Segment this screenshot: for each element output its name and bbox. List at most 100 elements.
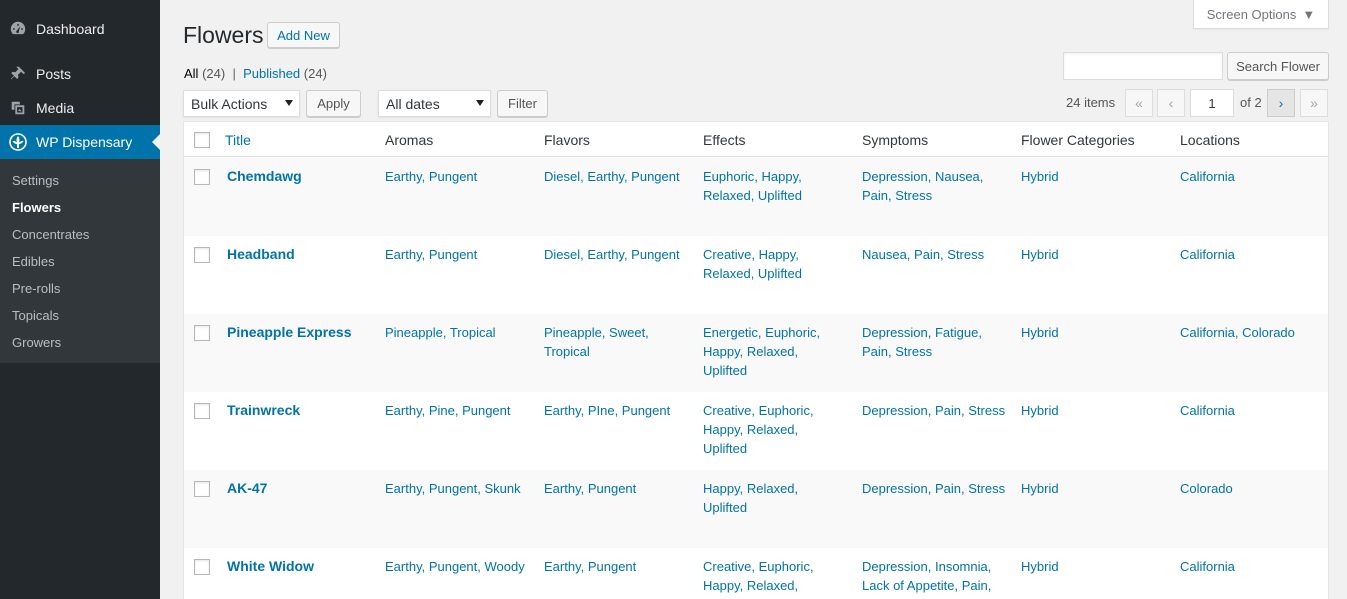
view-published-link[interactable]: Published bbox=[243, 66, 300, 81]
apply-button[interactable]: Apply bbox=[306, 90, 361, 117]
filter-button[interactable]: Filter bbox=[497, 90, 548, 117]
current-page-input[interactable]: 1 bbox=[1190, 89, 1234, 117]
row-flavors[interactable]: Earthy, Pungent bbox=[544, 557, 636, 576]
row-category[interactable]: Hybrid bbox=[1021, 323, 1059, 342]
row-category[interactable]: Hybrid bbox=[1021, 557, 1059, 576]
select-all-checkbox[interactable] bbox=[194, 132, 210, 148]
dates-select[interactable]: All dates bbox=[378, 90, 491, 117]
screen-options-button[interactable]: Screen Options ▼ bbox=[1193, 0, 1329, 29]
row-title-link[interactable]: Chemdawg bbox=[227, 167, 302, 186]
row-effects[interactable]: Happy, Relaxed, Uplifted bbox=[703, 479, 798, 517]
row-aromas[interactable]: Pineapple, Tropical bbox=[385, 323, 496, 342]
row-checkbox[interactable] bbox=[194, 559, 210, 575]
column-title[interactable]: Title bbox=[225, 132, 251, 148]
table-row: AK-47 Earthy, Pungent, Skunk Earthy, Punge… bbox=[184, 470, 1328, 548]
search-input[interactable] bbox=[1063, 52, 1223, 80]
row-category[interactable]: Hybrid bbox=[1021, 245, 1059, 264]
row-symptoms-line: Nausea, Pain, Stress bbox=[862, 247, 985, 262]
flowers-table: Title Aromas Flavors Effects Symptoms Fl… bbox=[183, 121, 1329, 599]
row-aromas[interactable]: Earthy, Pungent bbox=[385, 167, 477, 186]
menu-media[interactable]: Media bbox=[0, 91, 160, 125]
row-title-link[interactable]: Headband bbox=[227, 245, 295, 264]
row-symptoms-line: Depression, Insomnia, bbox=[862, 559, 992, 574]
row-category[interactable]: Hybrid bbox=[1021, 167, 1059, 186]
submenu-topicals[interactable]: Topicals bbox=[0, 302, 160, 329]
row-locations[interactable]: California bbox=[1180, 401, 1235, 420]
row-symptoms[interactable]: Nausea, Pain, Stress bbox=[862, 245, 984, 264]
row-effects[interactable]: Creative, Happy, Relaxed, Uplifted bbox=[703, 245, 802, 283]
row-symptoms-line: Depression, Pain, Stress bbox=[862, 403, 1006, 418]
row-flavors[interactable]: Pineapple, Sweet, Tropical bbox=[544, 323, 649, 361]
row-flavors[interactable]: Diesel, Earthy, Pungent bbox=[544, 167, 680, 186]
row-title-link[interactable]: White Widow bbox=[227, 557, 314, 576]
table-row: White Widow Earthy, Pungent, Woody Earthy,… bbox=[184, 548, 1328, 599]
row-effects-line: Happy, Relaxed, bbox=[703, 422, 799, 437]
search-button[interactable]: Search Flower bbox=[1227, 52, 1329, 80]
row-aromas[interactable]: Earthy, Pungent, Skunk bbox=[385, 479, 521, 498]
menu-media-label: Media bbox=[36, 100, 75, 116]
menu-dashboard[interactable]: Dashboard bbox=[0, 12, 160, 46]
row-effects[interactable]: Creative, Euphoric, Happy, Relaxed, Uplift… bbox=[703, 401, 814, 458]
column-symptoms: Symptoms bbox=[862, 132, 929, 148]
submenu-settings[interactable]: Settings bbox=[0, 167, 160, 194]
row-effects[interactable]: Creative, Euphoric, Happy, Relaxed, Uplift… bbox=[703, 557, 814, 599]
row-effects-line: Relaxed, Uplifted bbox=[703, 266, 802, 281]
row-title-link[interactable]: AK-47 bbox=[227, 479, 267, 498]
prev-page-button: ‹ bbox=[1157, 89, 1185, 117]
admin-sidebar: Dashboard Posts Media WP Dispensary Sett… bbox=[0, 0, 160, 599]
menu-posts[interactable]: Posts bbox=[0, 57, 160, 91]
last-page-button[interactable]: » bbox=[1300, 89, 1328, 117]
next-page-button[interactable]: › bbox=[1267, 89, 1295, 117]
row-flavors[interactable]: Earthy, Pungent bbox=[544, 479, 636, 498]
row-locations[interactable]: Colorado bbox=[1180, 479, 1233, 498]
row-aromas[interactable]: Earthy, Pungent, Woody bbox=[385, 557, 525, 576]
row-category[interactable]: Hybrid bbox=[1021, 479, 1059, 498]
row-effects[interactable]: Energetic, Euphoric, Happy, Relaxed, Uplif… bbox=[703, 323, 820, 380]
menu-wp-dispensary[interactable]: WP Dispensary bbox=[0, 125, 160, 159]
row-checkbox[interactable] bbox=[194, 403, 210, 419]
add-new-button[interactable]: Add New bbox=[267, 22, 340, 48]
column-flower-categories: Flower Categories bbox=[1021, 132, 1135, 148]
row-flavors[interactable]: Diesel, Earthy, Pungent bbox=[544, 245, 680, 264]
row-effects-line: Happy, Relaxed, bbox=[703, 578, 799, 593]
items-count: 24 items bbox=[1066, 95, 1116, 110]
total-pages: of 2 bbox=[1240, 95, 1262, 110]
row-aromas[interactable]: Earthy, Pungent bbox=[385, 245, 477, 264]
row-symptoms-line: Depression, Nausea, bbox=[862, 169, 984, 184]
bulk-actions-select[interactable]: Bulk Actions bbox=[183, 90, 300, 117]
submenu-edibles[interactable]: Edibles bbox=[0, 248, 160, 275]
row-symptoms-line: Lack of Appetite, Pain, bbox=[862, 578, 992, 593]
view-published-count: (24) bbox=[303, 66, 327, 81]
row-locations[interactable]: California bbox=[1180, 245, 1235, 264]
row-locations[interactable]: California, Colorado bbox=[1180, 323, 1295, 342]
row-checkbox[interactable] bbox=[194, 169, 210, 185]
row-symptoms[interactable]: Depression, Pain, Stress bbox=[862, 479, 1005, 498]
row-symptoms[interactable]: Depression, Insomnia, Lack of Appetite, P… bbox=[862, 557, 991, 595]
row-symptoms[interactable]: Depression, Pain, Stress bbox=[862, 401, 1005, 420]
row-checkbox[interactable] bbox=[194, 247, 210, 263]
view-all-link[interactable]: All bbox=[184, 66, 198, 81]
row-symptoms-line: Pain, Stress bbox=[862, 344, 933, 359]
menu-wp-dispensary-label: WP Dispensary bbox=[36, 134, 133, 150]
row-locations[interactable]: California bbox=[1180, 557, 1235, 576]
screen-options-label: Screen Options bbox=[1206, 6, 1297, 22]
row-flavors[interactable]: Earthy, PIne, Pungent bbox=[544, 401, 670, 420]
row-aromas[interactable]: Earthy, Pine, Pungent bbox=[385, 401, 511, 420]
view-separator: | bbox=[232, 66, 236, 81]
row-category[interactable]: Hybrid bbox=[1021, 401, 1059, 420]
row-effects[interactable]: Euphoric, Happy, Relaxed, Uplifted bbox=[703, 167, 802, 205]
row-title-link[interactable]: Pineapple Express bbox=[227, 323, 352, 342]
column-effects: Effects bbox=[703, 132, 746, 148]
submenu-flowers[interactable]: Flowers bbox=[0, 194, 160, 221]
submenu-growers[interactable]: Growers bbox=[0, 329, 160, 356]
row-checkbox[interactable] bbox=[194, 325, 210, 341]
row-symptoms[interactable]: Depression, Nausea, Pain, Stress bbox=[862, 167, 983, 205]
submenu: Settings Flowers Concentrates Edibles Pr… bbox=[0, 159, 160, 363]
row-locations[interactable]: California bbox=[1180, 167, 1235, 186]
submenu-pre-rolls[interactable]: Pre-rolls bbox=[0, 275, 160, 302]
row-symptoms[interactable]: Depression, Fatigue, Pain, Stress bbox=[862, 323, 982, 361]
submenu-concentrates[interactable]: Concentrates bbox=[0, 221, 160, 248]
row-effects-line: Creative, Happy, bbox=[703, 247, 799, 262]
row-checkbox[interactable] bbox=[194, 481, 210, 497]
row-title-link[interactable]: Trainwreck bbox=[227, 401, 300, 420]
